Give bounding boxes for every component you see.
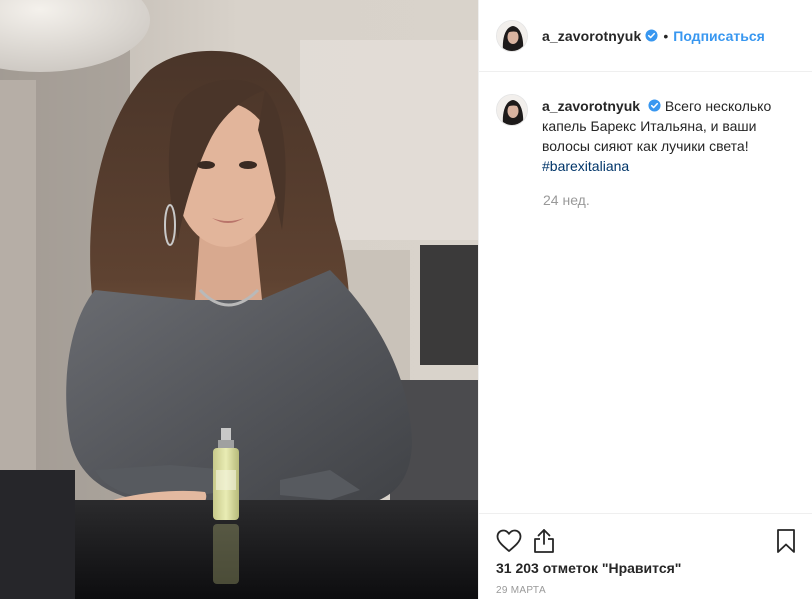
likes-count[interactable]: 31 203 отметок "Нравится"	[496, 560, 796, 576]
actions-section: 31 203 отметок "Нравится" 29 марта	[479, 513, 812, 599]
author-avatar[interactable]	[496, 19, 528, 52]
avatar-image-icon	[497, 20, 527, 51]
instagram-post: a_zavorotnyuk • Подписаться a_zavorotnyu…	[0, 0, 812, 599]
post-photo[interactable]	[0, 0, 478, 599]
share-button[interactable]	[532, 523, 568, 559]
heart-icon	[496, 529, 522, 552]
caption-username[interactable]: a_zavorotnyuk	[542, 98, 640, 114]
header-separator: •	[663, 27, 669, 44]
author-username[interactable]: a_zavorotnyuk	[542, 28, 641, 44]
action-bar	[496, 514, 796, 562]
caption-text: a_zavorotnyuk Всего несколько капель Бар…	[542, 96, 792, 176]
caption-timestamp: 24 нед.	[543, 192, 590, 208]
post-date: 29 марта	[496, 585, 546, 596]
verified-badge-icon	[648, 99, 661, 112]
post-header: a_zavorotnyuk • Подписаться	[479, 0, 812, 72]
photo-illustration	[0, 0, 478, 599]
verified-badge-icon	[645, 29, 658, 42]
comments-area: a_zavorotnyuk Всего несколько капель Бар…	[479, 72, 812, 513]
caption-author-avatar[interactable]	[496, 94, 528, 126]
hashtag-link[interactable]: #barexitaliana	[542, 156, 792, 176]
save-button[interactable]	[760, 523, 796, 559]
caption: a_zavorotnyuk Всего несколько капель Бар…	[496, 94, 796, 176]
share-icon	[534, 529, 554, 553]
bookmark-icon	[777, 529, 795, 553]
follow-button[interactable]: Подписаться	[673, 28, 765, 44]
post-sidebar: a_zavorotnyuk • Подписаться a_zavorotnyu…	[478, 0, 812, 599]
like-button[interactable]	[496, 523, 532, 559]
avatar-image-icon	[497, 95, 527, 125]
